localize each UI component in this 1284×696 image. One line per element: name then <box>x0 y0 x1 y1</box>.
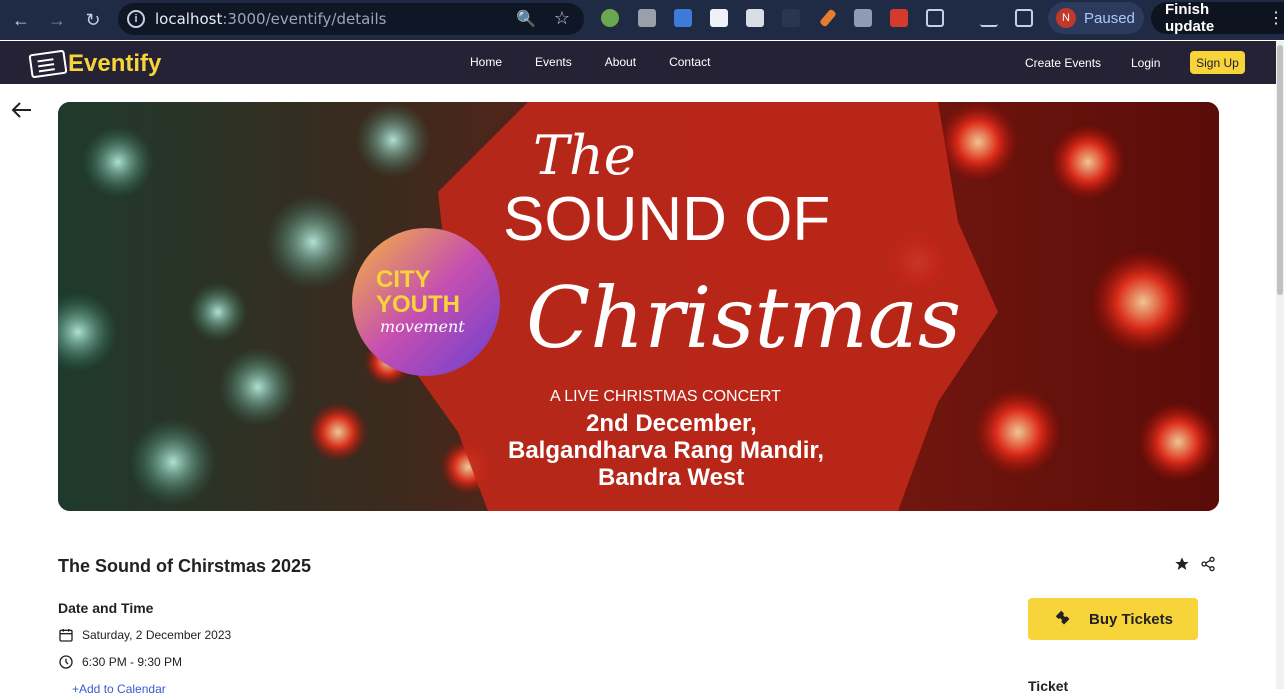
nav-contact[interactable]: Contact <box>669 55 710 69</box>
city-youth-badge: CITY YOUTH movement <box>352 228 500 376</box>
extension-grey-icon[interactable] <box>746 9 764 27</box>
page-scrollbar[interactable] <box>1276 41 1284 689</box>
address-bar[interactable]: i localhost:3000/eventify/details 🔍 ☆ <box>118 3 584 35</box>
nav-events[interactable]: Events <box>535 55 572 69</box>
brand-logo[interactable]: Eventify <box>28 49 162 79</box>
banner-sound-of: SOUND OF <box>503 185 830 254</box>
scrollbar-thumb[interactable] <box>1277 45 1283 295</box>
forward-arrow-icon[interactable]: → <box>42 5 72 35</box>
banner-subtitle: A LIVE CHRISTMAS CONCERT <box>550 388 781 405</box>
site-info-icon[interactable]: i <box>127 10 145 28</box>
calendar-icon <box>59 629 73 642</box>
ticket-logo-icon <box>28 49 68 79</box>
event-date-row: Saturday, 2 December 2023 <box>58 627 231 643</box>
signup-button[interactable]: Sign Up <box>1190 51 1245 74</box>
date-time-heading: Date and Time <box>58 600 154 616</box>
ticket-heading: Ticket <box>1028 678 1069 694</box>
buy-tickets-button[interactable]: Buy Tickets <box>1028 598 1198 640</box>
finish-update-button[interactable]: Finish update ⋮ <box>1151 1 1284 35</box>
app-navbar: Eventify Home Events About Contact Creat… <box>0 41 1276 84</box>
profile-button[interactable]: N Paused <box>1048 2 1144 34</box>
event-date: Saturday, 2 December 2023 <box>82 628 232 642</box>
add-to-calendar-link[interactable]: +Add to Calendar <box>72 682 166 696</box>
extension-dots-icon[interactable] <box>782 9 800 27</box>
nav-links: Home Events About Contact <box>470 55 743 69</box>
bookmark-star-icon[interactable]: ☆ <box>554 8 570 29</box>
share-icon[interactable] <box>1200 556 1216 572</box>
badge-line-2: YOUTH <box>376 291 460 318</box>
event-actions <box>1174 556 1216 572</box>
extension-green-icon[interactable] <box>601 9 619 27</box>
banner-the: The <box>533 124 636 187</box>
extension-red-icon[interactable] <box>890 9 908 27</box>
reload-icon[interactable]: ↻ <box>78 5 108 35</box>
side-panel-icon[interactable] <box>1015 9 1033 27</box>
back-arrow-icon[interactable]: ← <box>6 5 36 35</box>
banner-venue-1: Balgandharva Rang Mandir, <box>508 437 824 464</box>
badge-line-3: movement <box>380 317 465 336</box>
url-text[interactable]: localhost:3000/eventify/details <box>155 10 386 28</box>
profile-status: Paused <box>1084 9 1135 27</box>
media-controls-icon[interactable] <box>980 9 998 27</box>
buy-tickets-label: Buy Tickets <box>1089 610 1173 628</box>
nav-about[interactable]: About <box>605 55 636 69</box>
banner-venue-2: Bandra West <box>598 464 744 491</box>
ticket-icon <box>1055 610 1070 625</box>
badge-line-1: CITY <box>376 266 431 293</box>
extension-y-icon[interactable] <box>638 9 656 27</box>
event-banner: CITY YOUTH movement The SOUND OF Christm… <box>58 102 1219 511</box>
star-icon[interactable] <box>1174 556 1190 572</box>
url-host: localhost <box>155 10 223 28</box>
banner-date: 2nd December, <box>586 410 757 437</box>
url-path: :3000/eventify/details <box>222 10 387 28</box>
create-events-link[interactable]: Create Events <box>1025 56 1101 70</box>
avatar: N <box>1056 8 1076 28</box>
search-icon[interactable]: 🔍 <box>516 9 536 29</box>
extension-chart-icon[interactable] <box>854 9 872 27</box>
extensions-puzzle-icon[interactable] <box>926 9 944 27</box>
event-time: 6:30 PM - 9:30 PM <box>82 655 183 669</box>
clock-icon <box>59 655 73 669</box>
event-time-row: 6:30 PM - 9:30 PM <box>58 654 182 670</box>
menu-dots-icon[interactable]: ⋮ <box>1268 8 1284 28</box>
nav-home[interactable]: Home <box>470 55 502 69</box>
back-arrow-icon[interactable] <box>10 98 34 122</box>
login-link[interactable]: Login <box>1131 56 1160 70</box>
brand-name: Eventify <box>68 50 162 77</box>
finish-update-label: Finish update <box>1165 1 1215 35</box>
extension-white-icon[interactable] <box>710 9 728 27</box>
extension-blue-icon[interactable] <box>674 9 692 27</box>
event-title: The Sound of Chirstmas 2025 <box>58 556 312 576</box>
nav-actions: Create Events Login Sign Up <box>1016 51 1276 75</box>
banner-christmas: Christmas <box>526 269 961 367</box>
